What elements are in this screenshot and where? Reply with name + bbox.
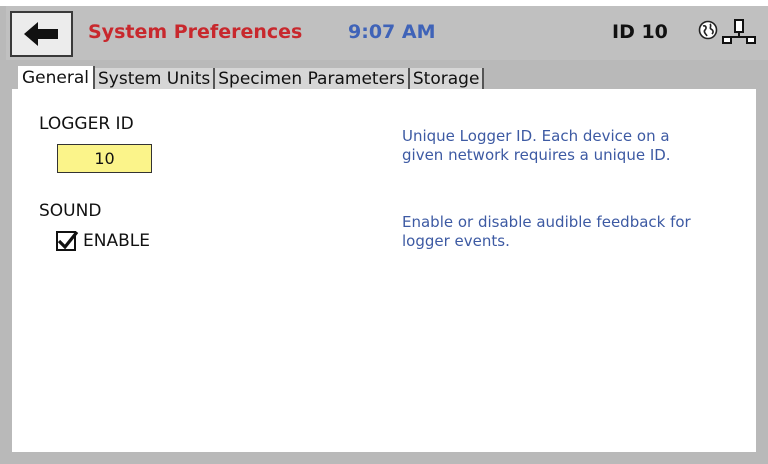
tab-general[interactable]: General <box>18 66 95 90</box>
tab-system-units[interactable]: System Units <box>95 68 216 90</box>
globe-icon <box>698 20 718 40</box>
back-arrow-icon <box>23 22 58 46</box>
sound-help-line-1: Enable or disable audible feedback for <box>402 213 691 231</box>
clock-time: 9:07 AM <box>348 21 436 43</box>
window-title: System Preferences <box>88 21 303 43</box>
logger-id-help-line-2: given network requires a unique ID. <box>402 146 671 164</box>
logger-id-field[interactable]: 10 <box>57 144 152 173</box>
back-button[interactable] <box>10 11 73 57</box>
device-id-label: ID 10 <box>612 21 668 43</box>
tab-bar: General System Units Specimen Parameters… <box>18 66 485 90</box>
logger-id-label: LOGGER ID <box>39 114 134 134</box>
sound-help-line-2: logger events. <box>402 232 510 250</box>
checkmark-icon <box>57 231 79 250</box>
title-bar: System Preferences 9:07 AM ID 10 <box>6 6 768 60</box>
tab-storage[interactable]: Storage <box>409 68 485 90</box>
general-panel: LOGGER ID 10 Unique Logger ID. Each devi… <box>12 89 756 452</box>
sound-enable-checkbox[interactable] <box>56 231 79 251</box>
sound-enable-label[interactable]: ENABLE <box>83 231 150 251</box>
logger-id-help-line-1: Unique Logger ID. Each device on a <box>402 127 670 145</box>
network-icon <box>722 19 756 44</box>
sound-label: SOUND <box>39 201 102 221</box>
tab-specimen-parameters[interactable]: Specimen Parameters <box>215 68 410 90</box>
